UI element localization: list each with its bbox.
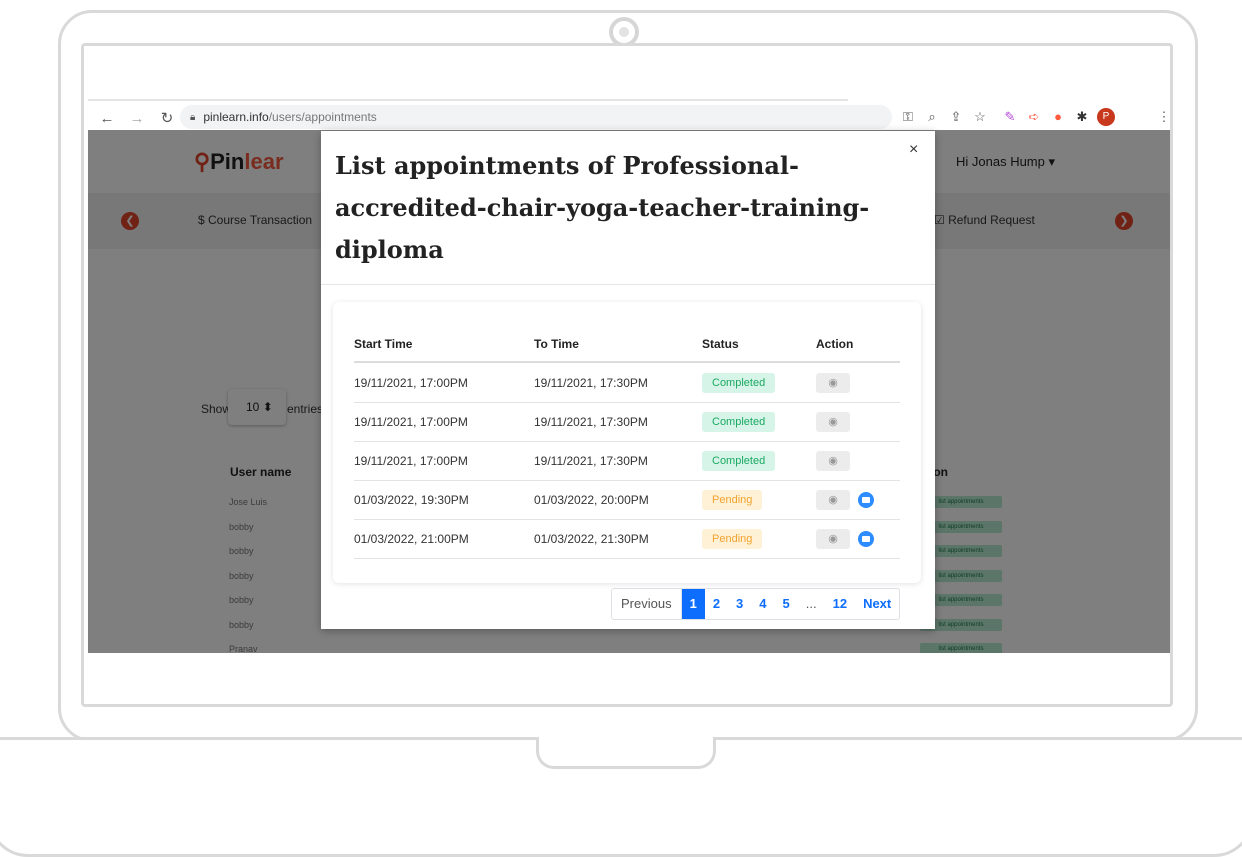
col-to-time: To Time [534,337,579,351]
start-time: 19/11/2021, 17:00PM [354,454,468,468]
badge-extension-icon[interactable]: ● [1048,105,1068,129]
appointment-row: 01/03/2022, 19:30PM 01/03/2022, 20:00PM Pe… [354,481,900,520]
page-1-button[interactable]: 1 [681,589,705,619]
arrow-extension-icon[interactable]: ➪ [1024,105,1044,129]
start-time: 19/11/2021, 17:00PM [354,415,468,429]
reload-icon[interactable]: ↻ [156,109,178,127]
screen: ← → ↻ 🔒︎ pinlearn.info /users/appointmen… [88,99,1170,653]
pen-extension-icon[interactable]: ✎ [1000,105,1020,129]
view-eye-icon[interactable]: ◉ [816,490,850,510]
view-eye-icon[interactable]: ◉ [816,373,850,393]
appointment-row: 19/11/2021, 17:00PM 19/11/2021, 17:30PM Co… [354,403,900,442]
page-4-button[interactable]: 4 [751,589,774,619]
close-icon[interactable]: × [909,141,918,159]
appointments-modal: List appointments of Professional-accred… [321,131,935,629]
page-5-button[interactable]: 5 [775,589,798,619]
zoom-icon[interactable]: ⌕ [922,105,942,129]
page-3-button[interactable]: 3 [728,589,751,619]
view-eye-icon[interactable]: ◉ [816,451,850,471]
star-icon[interactable]: ☆ [970,105,990,129]
header-divider [354,361,900,363]
forward-arrow-icon[interactable]: → [126,110,148,127]
end-time: 19/11/2021, 17:30PM [534,454,648,468]
appointment-row: 01/03/2022, 21:00PM 01/03/2022, 21:30PM Pe… [354,520,900,559]
col-action: Action [816,337,854,351]
modal-title: List appointments of Professional-accred… [335,151,870,264]
tab-strip-line [88,99,848,101]
laptop-notch [536,737,716,769]
previous-page-button[interactable]: Previous [612,589,682,619]
video-call-icon[interactable] [858,531,874,547]
url-domain: pinlearn.info [203,110,269,124]
end-time: 19/11/2021, 17:30PM [534,415,648,429]
video-call-icon[interactable] [858,492,874,508]
lock-icon: 🔒︎ [190,111,196,123]
appointment-row: 19/11/2021, 17:00PM 19/11/2021, 17:30PM Co… [354,442,900,481]
col-status: Status [702,337,739,351]
status-badge: Completed [702,373,776,393]
modal-divider [321,284,935,285]
kebab-menu-icon[interactable]: ⋮ [1154,105,1171,129]
appointment-row: 19/11/2021, 17:00PM 19/11/2021, 17:30PM Co… [354,364,900,403]
pagination: Previous 1 2 3 4 5 ... 12 Next [611,588,901,620]
url-path: /users/appointments [268,110,377,124]
pagination-ellipsis: ... [805,596,817,611]
status-badge: Pending [702,490,763,510]
status-badge: Completed [702,451,776,471]
start-time: 19/11/2021, 17:00PM [354,376,468,390]
next-page-button[interactable]: Next [855,589,899,619]
view-eye-icon[interactable]: ◉ [816,529,850,549]
end-time: 01/03/2022, 21:30PM [534,532,649,546]
browser-toolbar: ← → ↻ 🔒︎ pinlearn.info /users/appointmen… [88,103,1170,133]
page-12-button[interactable]: 12 [825,589,855,619]
address-bar[interactable]: 🔒︎ pinlearn.info /users/appointments [180,105,892,129]
status-badge: Completed [702,412,776,432]
end-time: 01/03/2022, 20:00PM [534,493,649,507]
back-arrow-icon[interactable]: ← [96,110,118,127]
puzzle-icon[interactable]: ✱ [1072,105,1092,129]
profile-avatar[interactable]: P [1097,108,1115,126]
key-icon[interactable]: ⚿ [898,105,918,129]
share-icon[interactable]: ⇪ [946,105,966,129]
view-eye-icon[interactable]: ◉ [816,412,850,432]
end-time: 19/11/2021, 17:30PM [534,376,648,390]
page-2-button[interactable]: 2 [705,589,728,619]
status-badge: Pending [702,529,763,549]
col-start-time: Start Time [354,337,413,351]
start-time: 01/03/2022, 19:30PM [354,493,469,507]
start-time: 01/03/2022, 21:00PM [354,532,469,546]
